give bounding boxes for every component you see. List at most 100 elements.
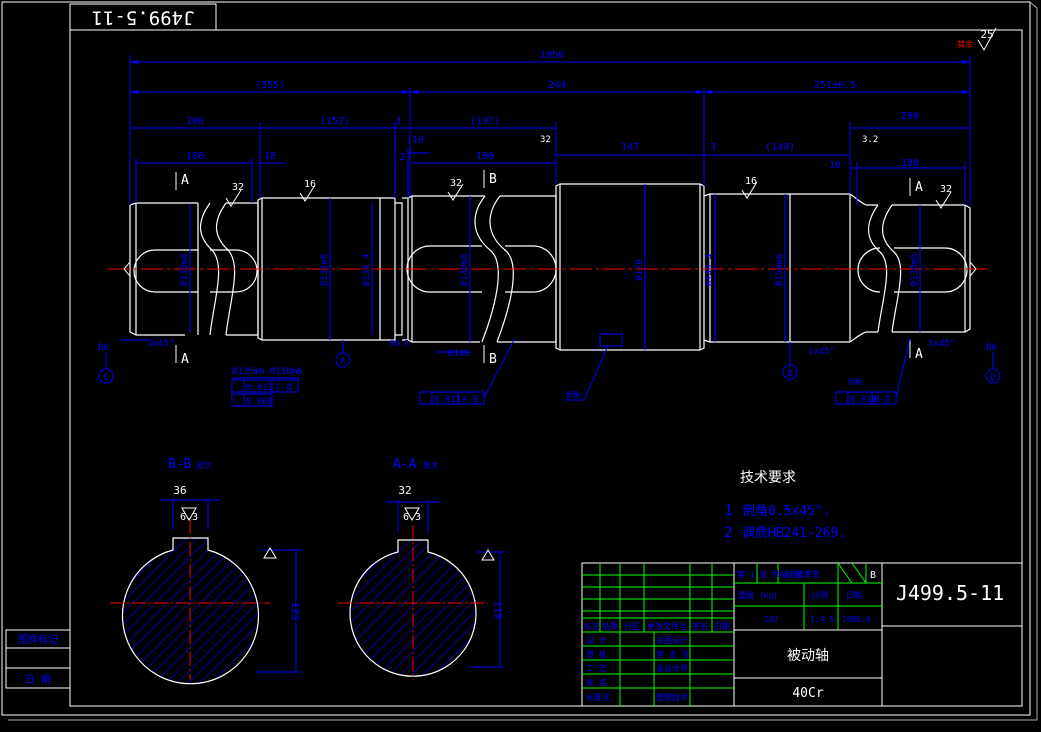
chamfer-left: 3x45° [147, 339, 174, 349]
dim-18: 18 [264, 151, 276, 162]
rough-32c: 32 [940, 184, 952, 195]
sec-b2: B [489, 352, 497, 367]
section-aa: A-A 放大 32 6.3 119 [338, 457, 505, 680]
dia-135: Ø135m6 [319, 254, 330, 287]
datum-c: C [103, 373, 108, 383]
general-roughness: 其余 25 [957, 27, 997, 52]
sec-b1: B [489, 172, 497, 187]
tech-item2-num: 2 [724, 525, 732, 541]
section-bb: B-B 放大 36 6.3 123 [110, 457, 302, 685]
row-check: 审 核 [586, 649, 607, 659]
tech-title: 技术要求 [740, 470, 796, 486]
side-block: 图样标记 日 期 [5, 629, 71, 689]
sec-a3: A [915, 180, 923, 195]
dim-147: 147 [621, 142, 639, 153]
rough-32b: 32 [450, 178, 462, 189]
datum-d: D [990, 373, 995, 383]
sec-a2: A [181, 352, 189, 367]
dim-200-left: 200 [186, 116, 204, 127]
aa-rough: 6.3 [403, 512, 421, 523]
bb-rough: 6.3 [180, 512, 198, 523]
ratio-label: 比例 [812, 590, 828, 600]
dim-10b: 10 [829, 160, 841, 171]
tech-item1-num: 1 [724, 503, 732, 519]
fit-135: Ø135m6 [232, 366, 265, 377]
dim-3a: 3 [395, 116, 401, 127]
roughness-note: 其余 [957, 39, 973, 49]
dia-149: Ø149.4 [704, 254, 715, 287]
tech-item1: 倒角0.5x45°. [742, 504, 831, 519]
dia-130b: Ø130m6 [909, 254, 920, 287]
side-label-2: 日 期 [25, 674, 51, 686]
row-c2: 室 主 任 [656, 649, 690, 659]
title-code: J499.5-11 [896, 581, 1004, 605]
hdr-count: 处数 [602, 621, 618, 631]
tol-3-ref: A-B [462, 395, 478, 405]
title-block: J499.5-11 被动轴 40Cr 第 1 张 共 1 张 标准化审定 B 重… [581, 562, 1023, 707]
lower-annotations: 3x45° 3x45° 1x45° B6 B6 C A B D Ø135m6 Ø… [98, 333, 1001, 407]
dia-134: Ø134.4 [361, 254, 372, 287]
rotated-code-box: J499.5-11 [69, 3, 217, 31]
dimension-texts: 1050 (355) 244 251±0.5 200 (152) 3 10 (1… [186, 50, 919, 171]
dia-170: Ø170 [634, 259, 645, 281]
dim-190: 190 [476, 151, 494, 162]
aa-title: A-A [393, 457, 417, 472]
dim-3b: 3 [710, 142, 716, 153]
roughness-value: 25 [980, 28, 993, 41]
sec-a1: A [181, 173, 189, 188]
dim-total: 1050 [540, 50, 564, 61]
dia-140: Ø140m6 [459, 254, 470, 287]
rough-16a: 16 [304, 179, 316, 190]
b-mark: B [870, 570, 876, 581]
hdr-date: 日期 [714, 622, 730, 631]
dim-180-left: 180 [186, 151, 204, 162]
dim-10a: 10 [412, 135, 424, 146]
ratio-value: 1:4.5 [810, 615, 834, 624]
dim-2: 2 [399, 152, 405, 163]
row-c3: 总设计师 [656, 663, 688, 673]
rotated-code-text: J499.5-11 [92, 7, 195, 29]
hdr-sign: 签名 [692, 621, 708, 631]
aa-note: 放大 [423, 460, 439, 470]
tol-1-ref: C-D [276, 383, 292, 393]
note-right: 倒角 [848, 377, 862, 386]
tol-4-ref: B-D [874, 395, 890, 405]
dim-152: (152) [320, 116, 350, 127]
tol-2: 0.008 [246, 397, 273, 407]
datum-a: A [340, 357, 346, 367]
sec-a4: A [915, 347, 923, 362]
aa-key: 32 [398, 484, 411, 497]
row-appr: 批 准 [586, 677, 607, 687]
bb-note: 放大 [196, 460, 212, 470]
tol-1: 0.012 [246, 383, 273, 393]
weight-label: 重量 (kg) [738, 590, 778, 600]
rough-32a: 32 [232, 182, 244, 193]
hdr-mark: 标记 [584, 621, 600, 631]
dim-251: 251±0.5 [814, 80, 856, 91]
date-value: 1996.9 [842, 615, 871, 624]
date-label: 日期 [846, 591, 862, 600]
dim-355: (355) [255, 80, 285, 91]
r05: R0.5 [390, 339, 409, 348]
row-design: 设 计 [586, 635, 607, 645]
technical-requirements: 技术要求 1 倒角0.5x45°. 2 调质HB241-269. [724, 470, 846, 541]
aa-dim: 119 [492, 601, 503, 619]
flat-140: Ø140 [448, 348, 470, 359]
cad-drawing: J499.5-11 其余 25 1050 (355) 244 251±0.5 2… [1, 1, 1038, 721]
dim-180-right: 180 [901, 158, 919, 169]
weight-value: 182 [764, 615, 779, 624]
b6-right: B6 [986, 343, 997, 353]
bb-dim: 123 [289, 602, 300, 620]
row-c4: 管理技术 [656, 692, 688, 702]
row-std: 标准化 [586, 692, 610, 702]
tech-item2: 调质HB241-269. [742, 526, 846, 541]
part-name: 被动轴 [787, 648, 829, 664]
dim-200-right: 200 [901, 111, 919, 122]
rough-32d: 32 [540, 135, 551, 145]
dia-150: Ø150m6 [774, 254, 785, 287]
chamfer-right: 3x45° [928, 339, 955, 349]
rough-32e: 3.2 [862, 135, 878, 145]
row-c1: 总图设计 [656, 635, 688, 645]
chamfer-mid: 1x45° [808, 347, 835, 357]
material: 40Cr [792, 686, 823, 701]
